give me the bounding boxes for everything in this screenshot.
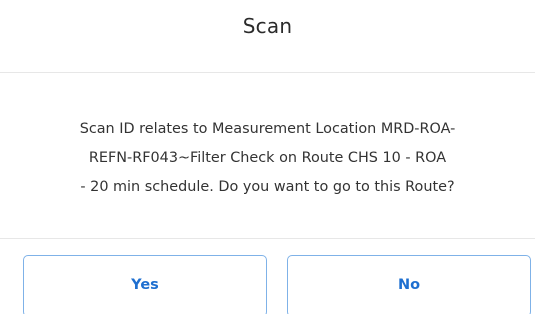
no-button[interactable]: No — [287, 255, 531, 314]
message-line: - 20 min schedule. Do you want to go to … — [80, 179, 455, 195]
message-line: REFN-RF043~Filter Check on Route CHS 10 … — [88, 150, 447, 166]
yes-button[interactable]: Yes — [23, 255, 267, 314]
message-line: Scan ID relates to Measurement Location … — [79, 121, 456, 137]
dialog-message: Scan ID relates to Measurement Location … — [20, 115, 515, 202]
dialog-title: Scan — [242, 14, 293, 38]
title-divider — [0, 72, 535, 73]
footer-divider — [0, 238, 535, 239]
scan-dialog: Scan Scan ID relates to Measurement Loca… — [0, 0, 535, 314]
